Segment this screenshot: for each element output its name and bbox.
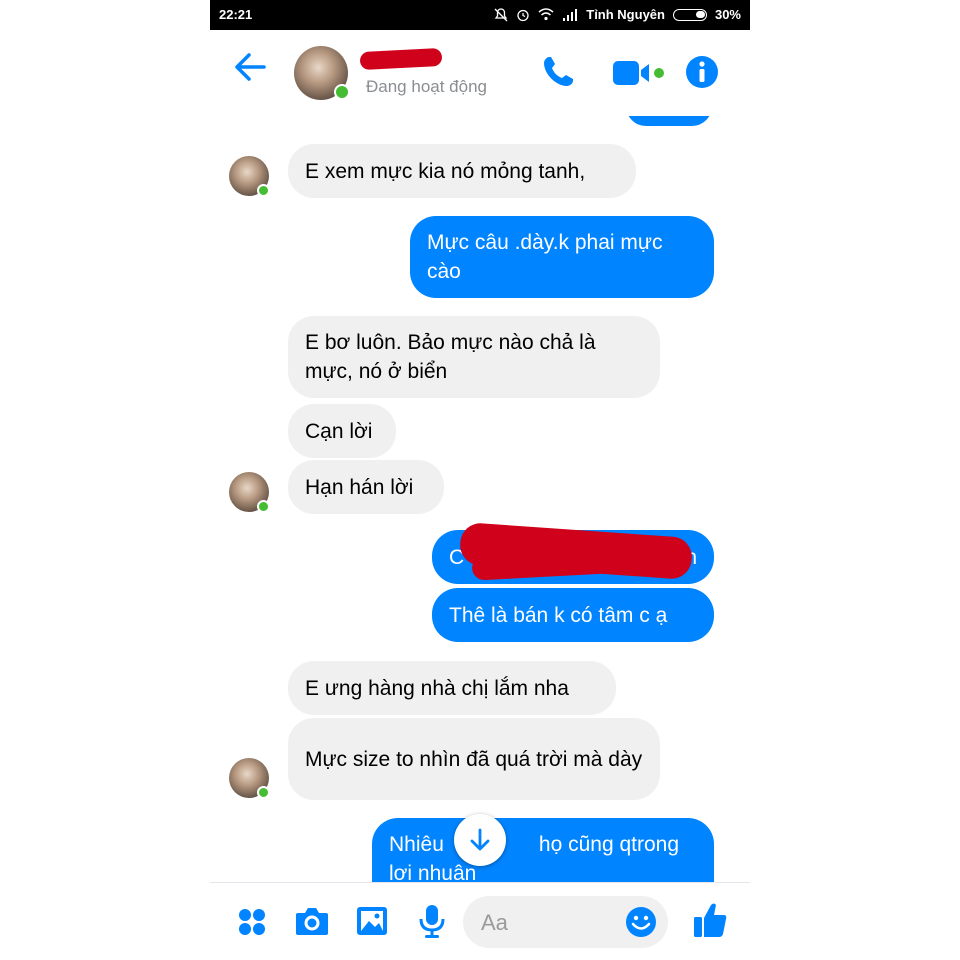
camera-icon[interactable]: [294, 905, 330, 937]
online-indicator: [257, 500, 270, 513]
message-bubble[interactable]: E xem mực kia nó mỏng tanh,: [288, 144, 636, 198]
message-bubble[interactable]: Cạn lời: [288, 404, 396, 458]
microphone-icon[interactable]: [418, 903, 446, 939]
message-text: Mực câu .dày.k phai mực cào: [427, 231, 663, 283]
online-indicator: [334, 84, 350, 100]
apps-icon[interactable]: [237, 907, 267, 937]
signal-icon: [563, 8, 578, 21]
arrow-down-icon: [470, 828, 490, 851]
message-input[interactable]: [479, 906, 613, 940]
previous-message-partial: [626, 116, 712, 126]
online-indicator: [257, 786, 270, 799]
message-text: E ưng hàng nhà chị lắm nha: [305, 676, 569, 700]
message-bubble[interactable]: Nhiêu họ cũng qtrong lơi nhuân: [372, 818, 714, 882]
message-text: Hạn hán lời: [305, 475, 414, 499]
message-text: E xem mực kia nó mỏng tanh,: [305, 159, 586, 183]
info-icon[interactable]: [684, 54, 720, 90]
battery-icon: [672, 8, 707, 21]
status-bar: 22:21 Tỉnh Nguyên 30%: [210, 0, 750, 30]
message-text: E bơ luôn. Bảo mực nào chả là mực, nó ở …: [305, 331, 596, 383]
gallery-icon[interactable]: [355, 905, 389, 937]
conversation-header: Đang hoạt động: [210, 30, 750, 116]
alarm-icon: [517, 9, 529, 21]
composer-bar: [210, 882, 750, 960]
mute-icon: [494, 7, 508, 21]
scroll-to-bottom-button[interactable]: [454, 814, 506, 866]
message-text-start: Nhiêu: [389, 833, 444, 856]
emoji-icon[interactable]: [625, 906, 657, 938]
message-text: Cạn lời: [305, 419, 373, 443]
message-text-line2: lơi nhuân: [389, 862, 477, 882]
message-bubble[interactable]: E ưng hàng nhà chị lắm nha: [288, 661, 616, 715]
message-bubble[interactable]: Thê là bán k có tâm c ạ: [432, 588, 714, 642]
message-bubble[interactable]: Mực câu .dày.k phai mực cào: [410, 216, 714, 298]
active-status: Đang hoạt động: [366, 77, 487, 96]
message-composer[interactable]: [463, 896, 668, 948]
message-bubble[interactable]: Hạn hán lời: [288, 460, 444, 514]
phone-icon[interactable]: [540, 54, 576, 90]
message-text-end: họ cũng qtrong: [538, 833, 679, 856]
message-bubble[interactable]: E bơ luôn. Bảo mực nào chả là mực, nó ở …: [288, 316, 660, 398]
video-icon[interactable]: [611, 58, 669, 88]
carrier-name: Tỉnh Nguyên: [586, 7, 665, 22]
message-bubble[interactable]: Mực size to nhìn đã quá trời mà dày: [288, 718, 660, 800]
wifi-icon: [538, 8, 554, 21]
thumbs-up-icon[interactable]: [692, 901, 728, 939]
messenger-screen: 22:21 Tỉnh Nguyên 30% Đang hoạt động E x…: [210, 0, 750, 960]
message-text: Thê là bán k có tâm c ạ: [449, 603, 668, 627]
back-arrow-icon[interactable]: [234, 52, 268, 82]
battery-level: 30%: [714, 7, 741, 22]
status-time: 22:21: [219, 7, 253, 22]
online-indicator: [257, 184, 270, 197]
redacted-contact-name: [359, 47, 443, 71]
message-text: Mực size to nhìn đã quá trời mà dày: [305, 747, 643, 771]
message-thread[interactable]: E xem mực kia nó mỏng tanh, Mực câu .dày…: [210, 116, 750, 882]
